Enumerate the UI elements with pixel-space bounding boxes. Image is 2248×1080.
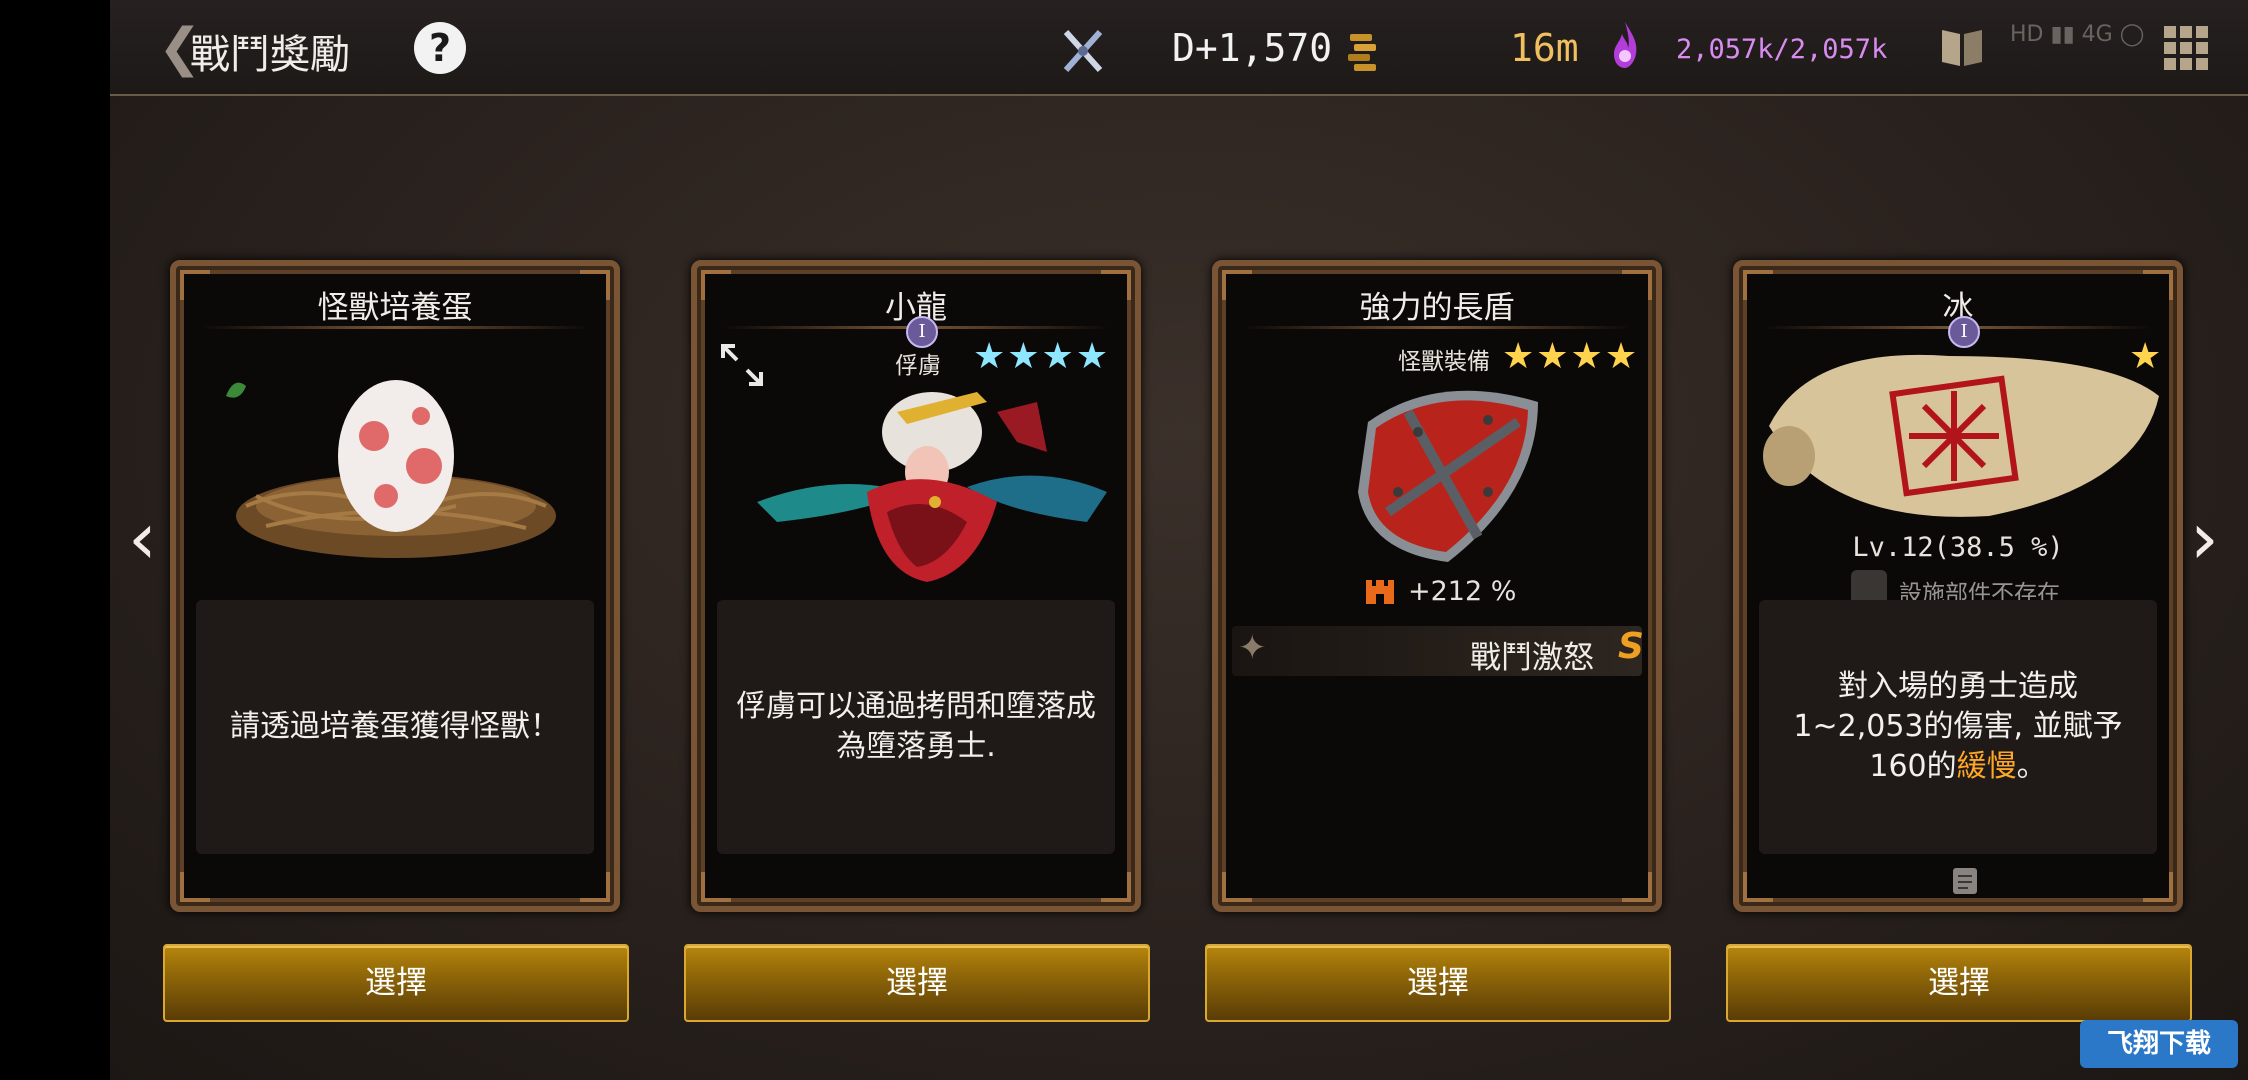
select-button-egg[interactable]: 選擇 xyxy=(163,944,629,1022)
shield-image xyxy=(1358,390,1538,562)
crossed-swords-icon xyxy=(1063,29,1103,73)
skill-grade: S xyxy=(1618,626,1644,667)
card-title: 強力的長盾 xyxy=(1359,290,1515,326)
help-button[interactable]: ? xyxy=(414,22,466,74)
title-divider xyxy=(1244,326,1630,329)
title-divider xyxy=(202,326,588,329)
timer: 16m xyxy=(1510,26,1579,70)
next-page-arrow[interactable]: › xyxy=(2190,496,2219,580)
reward-card-shield[interactable]: 強力的長盾 怪獸裝備 ★★★★ +212 % ✦ 戰鬥激怒 S xyxy=(1212,260,1662,912)
day-counter: D+1,570 xyxy=(1172,26,1333,70)
slow-keyword: 緩慢 xyxy=(1956,749,2017,784)
stat-bonus: +212 % xyxy=(1408,576,1517,607)
select-button-dragon[interactable]: 選擇 xyxy=(684,944,1150,1022)
menu-grid-icon[interactable] xyxy=(2162,24,2210,72)
book-icon[interactable] xyxy=(1938,24,1986,70)
card-corner xyxy=(2143,872,2173,902)
skill-name: 戰鬥激怒 xyxy=(1470,640,1594,676)
rank-badge: I xyxy=(906,316,938,348)
dragon-girl-sprite xyxy=(757,392,1107,582)
card-description: 對入場的勇士造成1~2,053的傷害, 並賦予160的緩慢。 xyxy=(1759,600,2157,854)
card-corner xyxy=(701,872,731,902)
card-corner xyxy=(1101,872,1131,902)
card-corner xyxy=(1622,872,1652,902)
egg-nest-image xyxy=(226,380,556,558)
mana-flame-icon xyxy=(1614,22,1637,68)
reward-card-dragon[interactable]: 小龍 I 俘虜 ★★★★ 俘虜可以通過拷問和墮落成為墮落勇士. xyxy=(691,260,1141,912)
reward-card-egg[interactable]: 怪獸培養蛋 請透過培養蛋獲得怪獸！ xyxy=(170,260,620,912)
ice-scroll-image xyxy=(1763,354,2159,517)
screen-title: 戰鬥獎勵 xyxy=(190,32,350,78)
status-bar-icons: HD ▮▮ 4G ◯ xyxy=(2010,22,2145,47)
card-corner xyxy=(580,872,610,902)
description-text: 對入場的勇士造成1~2,053的傷害, 並賦予160的緩慢。 xyxy=(1793,669,2123,784)
mana-counter: 2,057k/2,057k xyxy=(1676,34,1888,65)
select-button-ice[interactable]: 選擇 xyxy=(1726,944,2192,1022)
level-progress: Lv.12(38.5 %) xyxy=(1852,532,2064,563)
prev-page-arrow[interactable]: ‹ xyxy=(128,496,157,580)
card-description: 請透過培養蛋獲得怪獸！ xyxy=(196,600,594,854)
card-corner xyxy=(1743,872,1773,902)
scroll-icon xyxy=(1953,868,1977,894)
card-title: 怪獸培養蛋 xyxy=(317,290,473,326)
reward-card-ice[interactable]: 冰 I ★ Lv.12(38.5 %) 設施部件不存在 對入場的勇士造成1~2,… xyxy=(1733,260,2183,912)
castle-icon xyxy=(1366,580,1394,604)
card-corner xyxy=(180,872,210,902)
select-button-shield[interactable]: 選擇 xyxy=(1205,944,1671,1022)
watermark-logo: 飞翔下载 xyxy=(2080,1020,2238,1068)
sparkle-icon: ✦ xyxy=(1238,628,1267,668)
card-description: 俘虜可以通過拷問和墮落成為墮落勇士. xyxy=(717,600,1115,854)
card-corner xyxy=(1222,872,1252,902)
gold-stack-icon xyxy=(1348,34,1376,71)
star-rating: ★★★★ xyxy=(973,336,1111,377)
